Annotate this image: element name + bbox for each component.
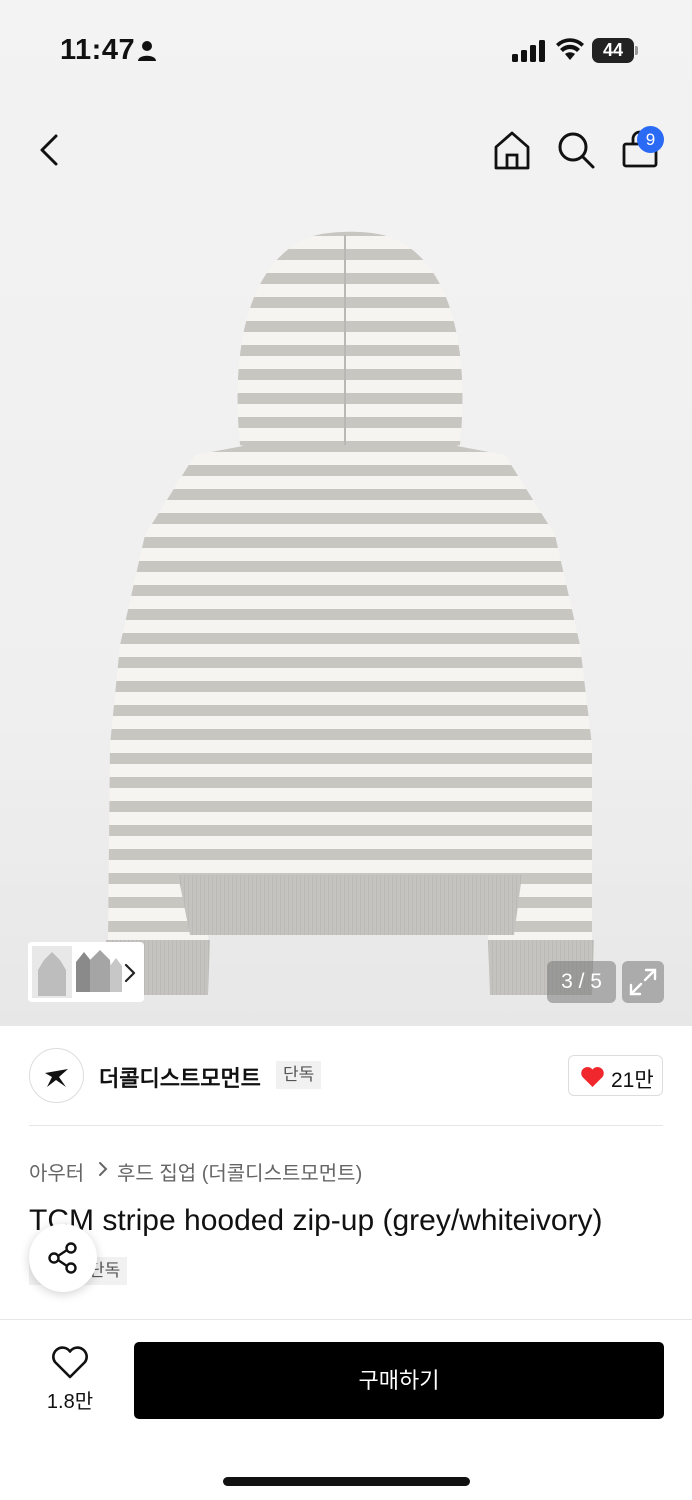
home-indicator xyxy=(223,1477,470,1486)
breadcrumb-category[interactable]: 아우터 xyxy=(29,1157,84,1186)
product-photo[interactable] xyxy=(100,225,600,1005)
breadcrumb-chevron-icon xyxy=(99,1162,108,1176)
divider xyxy=(29,1125,663,1126)
battery-icon: 44 xyxy=(592,38,638,63)
status-time: 11:47 xyxy=(60,34,136,66)
image-page-indicator: 3 / 5 xyxy=(547,961,616,1003)
product-title: TCM stripe hooded zip-up (grey/whiteivor… xyxy=(29,1204,603,1237)
brand-star-icon xyxy=(45,1069,68,1087)
wifi-icon xyxy=(556,38,584,60)
exclusive-badge: 단독 xyxy=(276,1061,322,1089)
back-arrow-icon[interactable] xyxy=(30,128,70,172)
share-button[interactable] xyxy=(29,1224,97,1292)
home-icon[interactable] xyxy=(490,128,534,172)
chevron-right-icon[interactable] xyxy=(121,962,139,984)
heart-filled-icon xyxy=(581,1067,604,1087)
battery-level: 44 xyxy=(592,38,634,63)
heart-outline-icon[interactable] xyxy=(51,1346,89,1380)
brand-like-count: 21만 xyxy=(611,1069,654,1092)
cellular-signal-icon xyxy=(512,40,545,62)
breadcrumb-subcategory[interactable]: 후드 집업 (더콜디스트모먼트) xyxy=(117,1157,362,1186)
brand-logo[interactable] xyxy=(29,1048,84,1103)
search-icon[interactable] xyxy=(554,128,598,172)
expand-icon xyxy=(629,968,657,996)
share-icon xyxy=(48,1242,77,1274)
expand-image-button[interactable] xyxy=(622,961,664,1003)
person-icon xyxy=(138,41,156,61)
wishlist-count: 1.8만 xyxy=(46,1391,94,1413)
cart-count-badge: 9 xyxy=(637,126,664,153)
brand-like-button[interactable]: 21만 xyxy=(568,1055,663,1096)
brand-name[interactable]: 더콜디스트모먼트 xyxy=(99,1061,261,1093)
buy-button[interactable]: 구매하기 xyxy=(134,1342,664,1419)
status-bar: 11:47 44 xyxy=(0,0,692,100)
